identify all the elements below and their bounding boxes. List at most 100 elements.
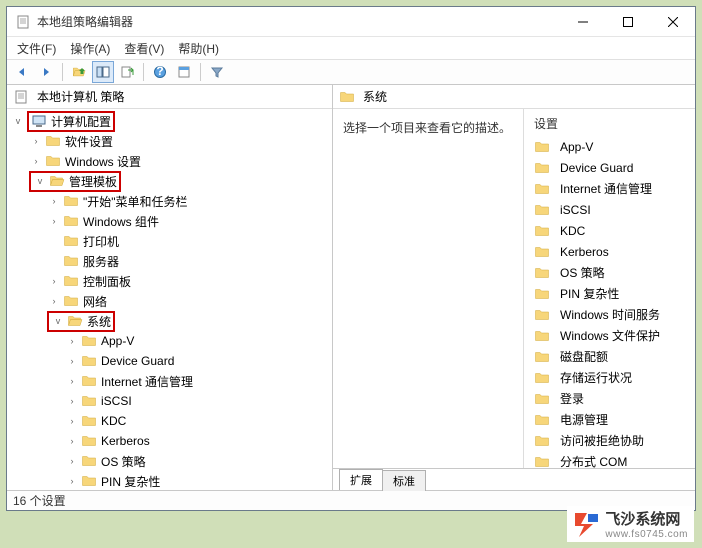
folder-icon: [534, 244, 550, 260]
tree-network[interactable]: › 网络: [7, 291, 332, 311]
forward-button[interactable]: [35, 61, 57, 83]
folder-icon: [63, 273, 79, 289]
tree-view[interactable]: v 计算机配置 › 软件设置 › Windows 设置: [7, 109, 332, 490]
menu-view[interactable]: 查看(V): [124, 40, 164, 57]
list-item[interactable]: 存储运行状况: [524, 367, 695, 388]
maximize-button[interactable]: [605, 7, 650, 36]
folder-icon: [63, 193, 79, 209]
watermark-url: www.fs0745.com: [605, 529, 688, 540]
folder-icon: [339, 89, 355, 105]
folder-icon: [534, 223, 550, 239]
expand-icon[interactable]: v: [11, 114, 25, 128]
export-button[interactable]: [116, 61, 138, 83]
list-item[interactable]: Internet 通信管理: [524, 178, 695, 199]
tree-system-child[interactable]: ›iSCSI: [7, 391, 332, 411]
list-item[interactable]: Kerberos: [524, 241, 695, 262]
list-item[interactable]: PIN 复杂性: [524, 283, 695, 304]
expand-icon[interactable]: v: [33, 174, 47, 188]
expand-icon[interactable]: ›: [65, 394, 79, 408]
tree-system-child[interactable]: ›App-V: [7, 331, 332, 351]
expand-icon[interactable]: ›: [47, 214, 61, 228]
list-item[interactable]: iSCSI: [524, 199, 695, 220]
tree-system-child[interactable]: ›KDC: [7, 411, 332, 431]
minimize-button[interactable]: [560, 7, 605, 36]
folder-icon: [63, 253, 79, 269]
folder-icon: [534, 391, 550, 407]
list-item[interactable]: Windows 文件保护: [524, 325, 695, 346]
expand-icon[interactable]: ›: [65, 354, 79, 368]
left-header-label: 本地计算机 策略: [37, 88, 124, 105]
tree-admin-templates[interactable]: v 管理模板: [7, 171, 332, 191]
folder-icon: [81, 353, 97, 369]
expand-icon[interactable]: ›: [65, 434, 79, 448]
tree-printer[interactable]: 打印机: [7, 231, 332, 251]
tree-server[interactable]: 服务器: [7, 251, 332, 271]
folder-icon: [534, 265, 550, 281]
list-item[interactable]: OS 策略: [524, 262, 695, 283]
help-button[interactable]: ?: [149, 61, 171, 83]
tree-system-child[interactable]: ›PIN 复杂性: [7, 471, 332, 490]
settings-column-header[interactable]: 设置: [524, 109, 695, 136]
close-button[interactable]: [650, 7, 695, 36]
tree-windows-settings[interactable]: › Windows 设置: [7, 151, 332, 171]
tab-standard[interactable]: 标准: [382, 470, 426, 491]
expand-icon[interactable]: v: [51, 314, 65, 328]
folder-icon: [81, 373, 97, 389]
tree-control-panel[interactable]: › 控制面板: [7, 271, 332, 291]
status-text: 16 个设置: [13, 492, 66, 509]
list-item[interactable]: KDC: [524, 220, 695, 241]
tree-system-child[interactable]: ›Kerberos: [7, 431, 332, 451]
menu-action[interactable]: 操作(A): [70, 40, 110, 57]
tree-system-child[interactable]: ›Internet 通信管理: [7, 371, 332, 391]
tree-win-components[interactable]: › Windows 组件: [7, 211, 332, 231]
folder-icon: [81, 333, 97, 349]
expand-icon[interactable]: ›: [65, 374, 79, 388]
folder-icon: [534, 433, 550, 449]
list-item[interactable]: 登录: [524, 388, 695, 409]
expand-icon[interactable]: ›: [47, 194, 61, 208]
list-item[interactable]: Windows 时间服务: [524, 304, 695, 325]
expand-icon[interactable]: ›: [29, 154, 43, 168]
tab-extended[interactable]: 扩展: [339, 469, 383, 490]
list-item[interactable]: 磁盘配额: [524, 346, 695, 367]
watermark-brand: 飞沙系统网: [605, 508, 688, 529]
content-area: 本地计算机 策略 v 计算机配置 › 软件设置 ›: [7, 85, 695, 490]
folder-icon: [534, 181, 550, 197]
folder-open-icon: [67, 313, 83, 329]
expand-icon[interactable]: ›: [65, 474, 79, 488]
folder-icon: [81, 413, 97, 429]
toolbar: ?: [7, 59, 695, 85]
list-item[interactable]: Device Guard: [524, 157, 695, 178]
filter-button[interactable]: [206, 61, 228, 83]
folder-icon: [45, 153, 61, 169]
tree-startmenu[interactable]: › "开始"菜单和任务栏: [7, 191, 332, 211]
expand-icon[interactable]: ›: [47, 294, 61, 308]
list-item[interactable]: 访问被拒绝协助: [524, 430, 695, 451]
list-item[interactable]: App-V: [524, 136, 695, 157]
expand-icon[interactable]: ›: [29, 134, 43, 148]
main-window: 本地组策略编辑器 文件(F) 操作(A) 查看(V) 帮助(H) ? 本地计算机…: [6, 6, 696, 511]
tree-system-child[interactable]: ›Device Guard: [7, 351, 332, 371]
app-icon: [15, 14, 31, 30]
show-hide-tree-button[interactable]: [92, 61, 114, 83]
folder-icon: [534, 454, 550, 469]
up-button[interactable]: [68, 61, 90, 83]
expand-icon[interactable]: ›: [65, 414, 79, 428]
expand-icon[interactable]: ›: [65, 334, 79, 348]
tree-system[interactable]: v 系统: [7, 311, 332, 331]
tree-system-child[interactable]: ›OS 策略: [7, 451, 332, 471]
expand-icon[interactable]: ›: [47, 274, 61, 288]
folder-icon: [534, 328, 550, 344]
folder-icon: [534, 349, 550, 365]
menu-help[interactable]: 帮助(H): [178, 40, 219, 57]
expand-icon[interactable]: ›: [65, 454, 79, 468]
menu-file[interactable]: 文件(F): [17, 40, 56, 57]
menubar: 文件(F) 操作(A) 查看(V) 帮助(H): [7, 37, 695, 59]
back-button[interactable]: [11, 61, 33, 83]
tree-computer-config[interactable]: v 计算机配置: [7, 111, 332, 131]
tree-software-settings[interactable]: › 软件设置: [7, 131, 332, 151]
list-item[interactable]: 分布式 COM: [524, 451, 695, 468]
list-item[interactable]: 电源管理: [524, 409, 695, 430]
properties-button[interactable]: [173, 61, 195, 83]
folder-icon: [534, 286, 550, 302]
